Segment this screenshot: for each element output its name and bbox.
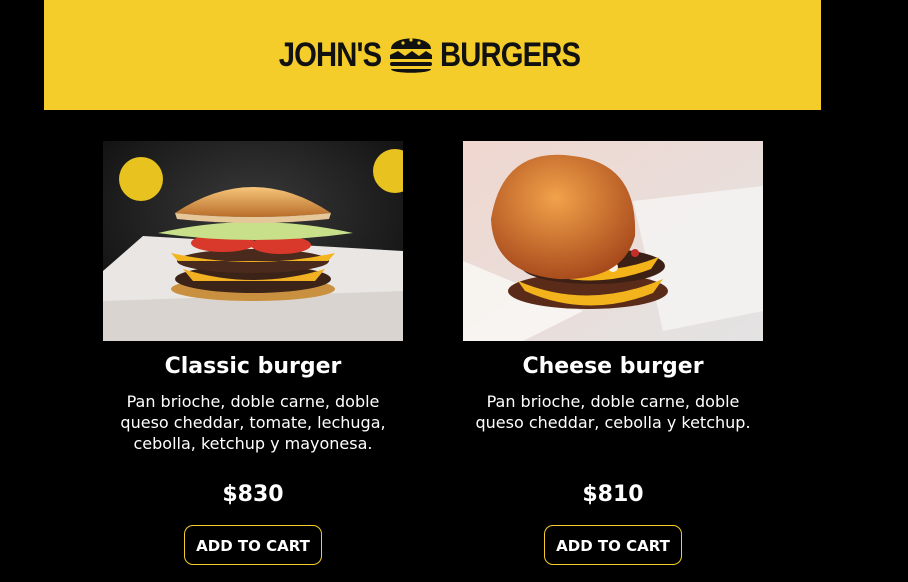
cheese-burger-photo[interactable]: [463, 141, 763, 341]
product-description: Pan brioche, doble carne, doble queso ch…: [120, 392, 386, 453]
product-card-cheese: Cheese burger Pan brioche, doble carne, …: [463, 141, 763, 565]
product-card-classic: Classic burger Pan brioche, doble carne,…: [103, 141, 403, 565]
product-title: Classic burger: [164, 354, 342, 379]
product-title: Cheese burger: [522, 354, 704, 379]
add-to-cart-button[interactable]: ADD TO CART: [184, 525, 322, 565]
product-price: $830: [222, 482, 284, 507]
product-description: Pan brioche, doble carne, doble queso ch…: [475, 392, 751, 432]
burger-logo-icon: [388, 31, 434, 79]
brand-logo[interactable]: JOHN'S BURGERS: [262, 31, 602, 79]
classic-burger-photo[interactable]: [103, 141, 403, 341]
brand-name-right: BURGERS: [439, 35, 581, 74]
brand-name-left: JOHN'S: [279, 35, 382, 74]
product-price: $810: [582, 482, 644, 507]
site-header: JOHN'S BURGERS: [44, 0, 821, 110]
add-to-cart-button[interactable]: ADD TO CART: [544, 525, 682, 565]
